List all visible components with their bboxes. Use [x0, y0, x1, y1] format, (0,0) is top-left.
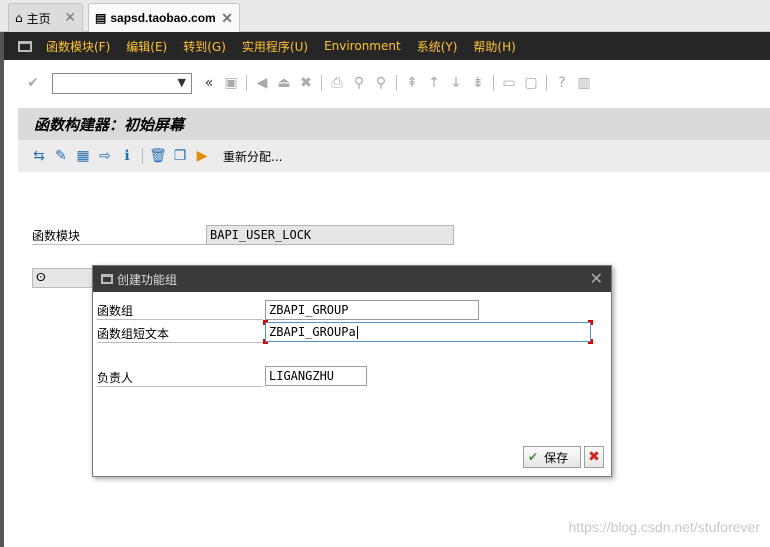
menu-bar: 函数模块(F) 编辑(E) 转到(G) 实用程序(U) Environment …: [4, 32, 770, 60]
delete-icon[interactable]: 🗑: [149, 147, 167, 165]
window-menu-icon[interactable]: [101, 274, 113, 284]
separator: [546, 75, 547, 91]
cancel-icon[interactable]: ✖: [297, 74, 315, 92]
standard-toolbar: ✔ ▼ « ▣ ◀ ⏏ ✖ ⎙ ⚲ ⚲ ⇞ ↑ ↓ ⇟ ▭ ▢ ? ▥: [4, 68, 770, 98]
help-icon[interactable]: ?: [553, 74, 571, 92]
copy-icon[interactable]: ⇨: [96, 147, 114, 165]
dialog-title-bar: 创建功能组 ✕: [93, 266, 611, 292]
text-caret: [356, 326, 358, 339]
enter-check-icon[interactable]: ✔: [24, 74, 42, 92]
menu-goto[interactable]: 转到(G): [183, 38, 226, 55]
execute-icon[interactable]: ▶: [193, 147, 211, 165]
collapse-icon[interactable]: «: [200, 74, 218, 92]
where-used-button[interactable]: ⵙ: [32, 268, 96, 288]
next-page-icon[interactable]: ↓: [447, 74, 465, 92]
menu-utilities[interactable]: 实用程序(U): [242, 38, 308, 55]
dialog-title: 创建功能组: [117, 272, 178, 287]
browser-tab-strip: ⌂ 主页 ✕ ▤ sapsd.taobao.com ✕: [0, 0, 770, 32]
dialog-body: 函数组 ZBAPI_GROUP 函数组短文本 ZBAPI_GROUPa 负责人 …: [93, 292, 611, 476]
tab-sapsd[interactable]: ▤ sapsd.taobao.com ✕: [88, 3, 240, 32]
owner-label: 负责人: [97, 369, 263, 387]
check-icon: ✔: [528, 450, 539, 464]
save-button[interactable]: ✔ 保存: [523, 446, 581, 468]
application-toolbar: ⇆ ✎ ▦ ⇨ ℹ 🗑 ❐ ▶ 重新分配...: [18, 140, 770, 172]
change-icon[interactable]: ✎: [52, 147, 70, 165]
command-field[interactable]: ▼: [52, 72, 192, 94]
page-title: 函数构建器：初始屏幕: [34, 115, 185, 134]
menu-system[interactable]: 系统(Y): [417, 38, 458, 55]
window-menu-icon[interactable]: [18, 40, 32, 52]
save-icon[interactable]: ▣: [222, 74, 240, 92]
tab-sapsd-label: sapsd.taobao.com: [110, 11, 216, 25]
display-icon[interactable]: ▦: [74, 147, 92, 165]
function-module-label: 函数模块: [32, 227, 206, 245]
menu-function-module[interactable]: 函数模块(F): [46, 38, 110, 55]
layout-icon[interactable]: ▥: [575, 74, 593, 92]
short-text-label: 函数组短文本: [97, 325, 263, 343]
previous-page-icon[interactable]: ↑: [425, 74, 443, 92]
duplicate-icon[interactable]: ❐: [171, 147, 189, 165]
other-object-icon[interactable]: ⇆: [30, 147, 48, 165]
function-group-input[interactable]: ZBAPI_GROUP: [265, 300, 479, 320]
short-text-input[interactable]: ZBAPI_GROUPa: [265, 322, 591, 342]
close-icon: ✖: [588, 449, 600, 465]
find-icon[interactable]: ⚲: [350, 74, 368, 92]
short-text-value: ZBAPI_GROUPa: [269, 325, 356, 339]
print-icon[interactable]: ⎙: [328, 74, 346, 92]
chevron-down-icon[interactable]: ▼: [178, 76, 186, 89]
first-page-icon[interactable]: ⇞: [403, 74, 421, 92]
close-icon[interactable]: ✕: [64, 10, 76, 26]
function-module-field[interactable]: BAPI_USER_LOCK: [206, 225, 454, 245]
function-group-label: 函数组: [97, 302, 263, 320]
last-page-icon[interactable]: ⇟: [469, 74, 487, 92]
separator: [493, 75, 494, 91]
focus-corner: [263, 339, 268, 344]
new-session-icon[interactable]: ▭: [500, 74, 518, 92]
separator: [321, 75, 322, 91]
watermark: https://blog.csdn.net/stuforever: [568, 519, 760, 535]
focus-corner: [263, 320, 268, 325]
info-icon[interactable]: ℹ: [118, 147, 136, 165]
find-next-icon[interactable]: ⚲: [372, 74, 390, 92]
menu-help[interactable]: 帮助(H): [473, 38, 515, 55]
separator: [142, 148, 143, 164]
owner-input[interactable]: LIGANGZHU: [265, 366, 367, 386]
tab-home-label: 主页: [26, 11, 51, 26]
close-icon[interactable]: ✕: [590, 269, 603, 288]
separator: [396, 75, 397, 91]
close-icon[interactable]: ✕: [221, 10, 233, 27]
menu-environment[interactable]: Environment: [324, 39, 401, 53]
cancel-button[interactable]: ✖: [584, 446, 604, 468]
tab-home[interactable]: ⌂ 主页 ✕: [8, 3, 83, 32]
create-function-group-dialog: 创建功能组 ✕ 函数组 ZBAPI_GROUP 函数组短文本 ZBAPI_GRO…: [92, 265, 612, 477]
page-icon: ▤: [95, 11, 107, 25]
separator: [246, 75, 247, 91]
menu-edit[interactable]: 编辑(E): [126, 38, 167, 55]
shortcut-icon[interactable]: ▢: [522, 74, 540, 92]
glasses-icon: ⵙ: [36, 271, 46, 284]
back-icon[interactable]: ◀: [253, 74, 271, 92]
save-button-label: 保存: [544, 450, 569, 465]
reassign-button[interactable]: 重新分配...: [223, 148, 282, 165]
screen-title-bar: 函数构建器：初始屏幕: [18, 108, 770, 140]
exit-icon[interactable]: ⏏: [275, 74, 293, 92]
home-icon: ⌂: [15, 11, 23, 25]
focus-corner: [588, 320, 593, 325]
focus-corner: [588, 339, 593, 344]
